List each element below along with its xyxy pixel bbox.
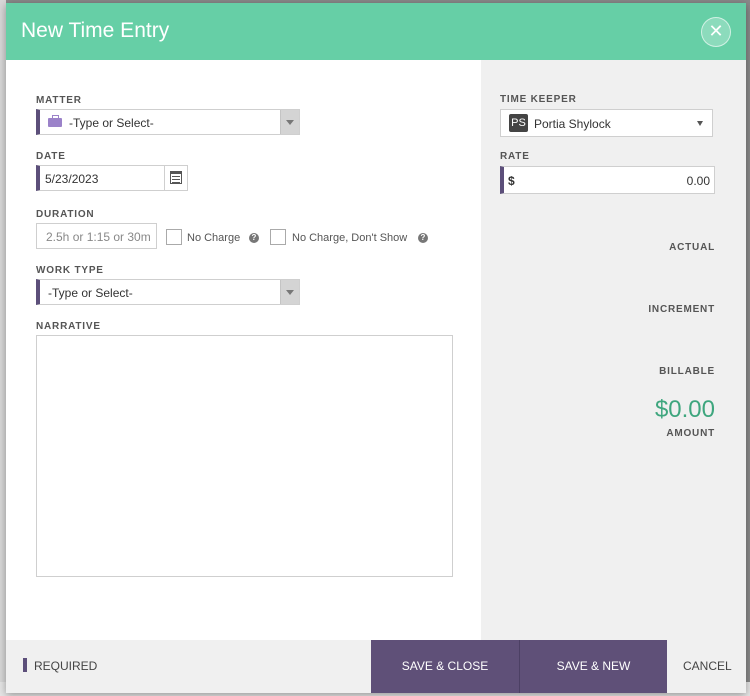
amount-label: AMOUNT	[666, 428, 715, 439]
summary-panel: TIME KEEPER PS Portia Shylock RATE $ 0.0…	[481, 60, 746, 640]
matter-select[interactable]: -Type or Select-	[36, 109, 300, 135]
rate-currency: $	[508, 174, 515, 188]
amount-value: $0.00	[654, 396, 715, 423]
required-label: REQUIRED	[34, 659, 98, 673]
matter-dropdown-button[interactable]	[280, 110, 299, 134]
time-keeper-name: Portia Shylock	[534, 117, 611, 131]
modal-header: New Time Entry ✕	[6, 3, 746, 60]
avatar: PS	[509, 114, 528, 132]
matter-label: MATTER	[36, 95, 82, 106]
narrative-textarea[interactable]	[36, 335, 453, 577]
work-type-label: WORK TYPE	[36, 265, 104, 276]
increment-label: INCREMENT	[648, 304, 715, 315]
help-icon[interactable]: ?	[249, 233, 259, 243]
work-type-select[interactable]: -Type or Select-	[36, 279, 300, 305]
billable-label: BILLABLE	[659, 366, 715, 377]
close-button[interactable]: ✕	[701, 17, 731, 47]
narrative-label: NARRATIVE	[36, 321, 101, 332]
required-indicator	[23, 658, 27, 672]
duration-input[interactable]: 2.5h or 1:15 or 30m	[36, 223, 157, 249]
save-new-button[interactable]: SAVE & NEW	[520, 640, 667, 693]
chevron-down-icon	[697, 121, 703, 126]
close-icon: ✕	[708, 21, 724, 41]
rate-label: RATE	[500, 151, 530, 162]
no-charge-dont-show-label: No Charge, Don't Show	[292, 232, 408, 244]
save-close-button[interactable]: SAVE & CLOSE	[371, 640, 519, 693]
modal-footer: REQUIRED SAVE & CLOSE SAVE & NEW CANCEL	[6, 640, 746, 693]
cancel-button[interactable]: CANCEL	[683, 659, 732, 673]
briefcase-icon	[48, 115, 62, 127]
date-label: DATE	[36, 151, 66, 162]
no-charge-checkbox[interactable]	[166, 229, 182, 245]
rate-input[interactable]: $ 0.00	[500, 166, 715, 194]
modal-title: New Time Entry	[21, 19, 170, 42]
duration-label: DURATION	[36, 209, 95, 220]
no-charge-label: No Charge	[187, 232, 241, 244]
date-input[interactable]: 5/23/2023	[36, 165, 165, 191]
rate-value: 0.00	[686, 174, 710, 188]
work-type-dropdown-button[interactable]	[280, 280, 299, 304]
no-charge-dont-show-checkbox[interactable]	[270, 229, 286, 245]
work-type-placeholder: -Type or Select-	[48, 286, 133, 300]
date-value: 5/23/2023	[45, 172, 99, 186]
duration-placeholder: 2.5h or 1:15 or 30m	[46, 230, 151, 244]
new-time-entry-modal: New Time Entry ✕ MATTER -Type or Select-…	[6, 3, 746, 693]
time-keeper-select[interactable]: PS Portia Shylock	[500, 109, 713, 137]
time-keeper-label: TIME KEEPER	[500, 94, 577, 105]
actual-label: ACTUAL	[669, 242, 715, 253]
calendar-button[interactable]	[164, 165, 188, 191]
matter-placeholder: -Type or Select-	[69, 116, 154, 130]
help-icon[interactable]: ?	[418, 233, 428, 243]
calendar-icon	[170, 171, 182, 184]
